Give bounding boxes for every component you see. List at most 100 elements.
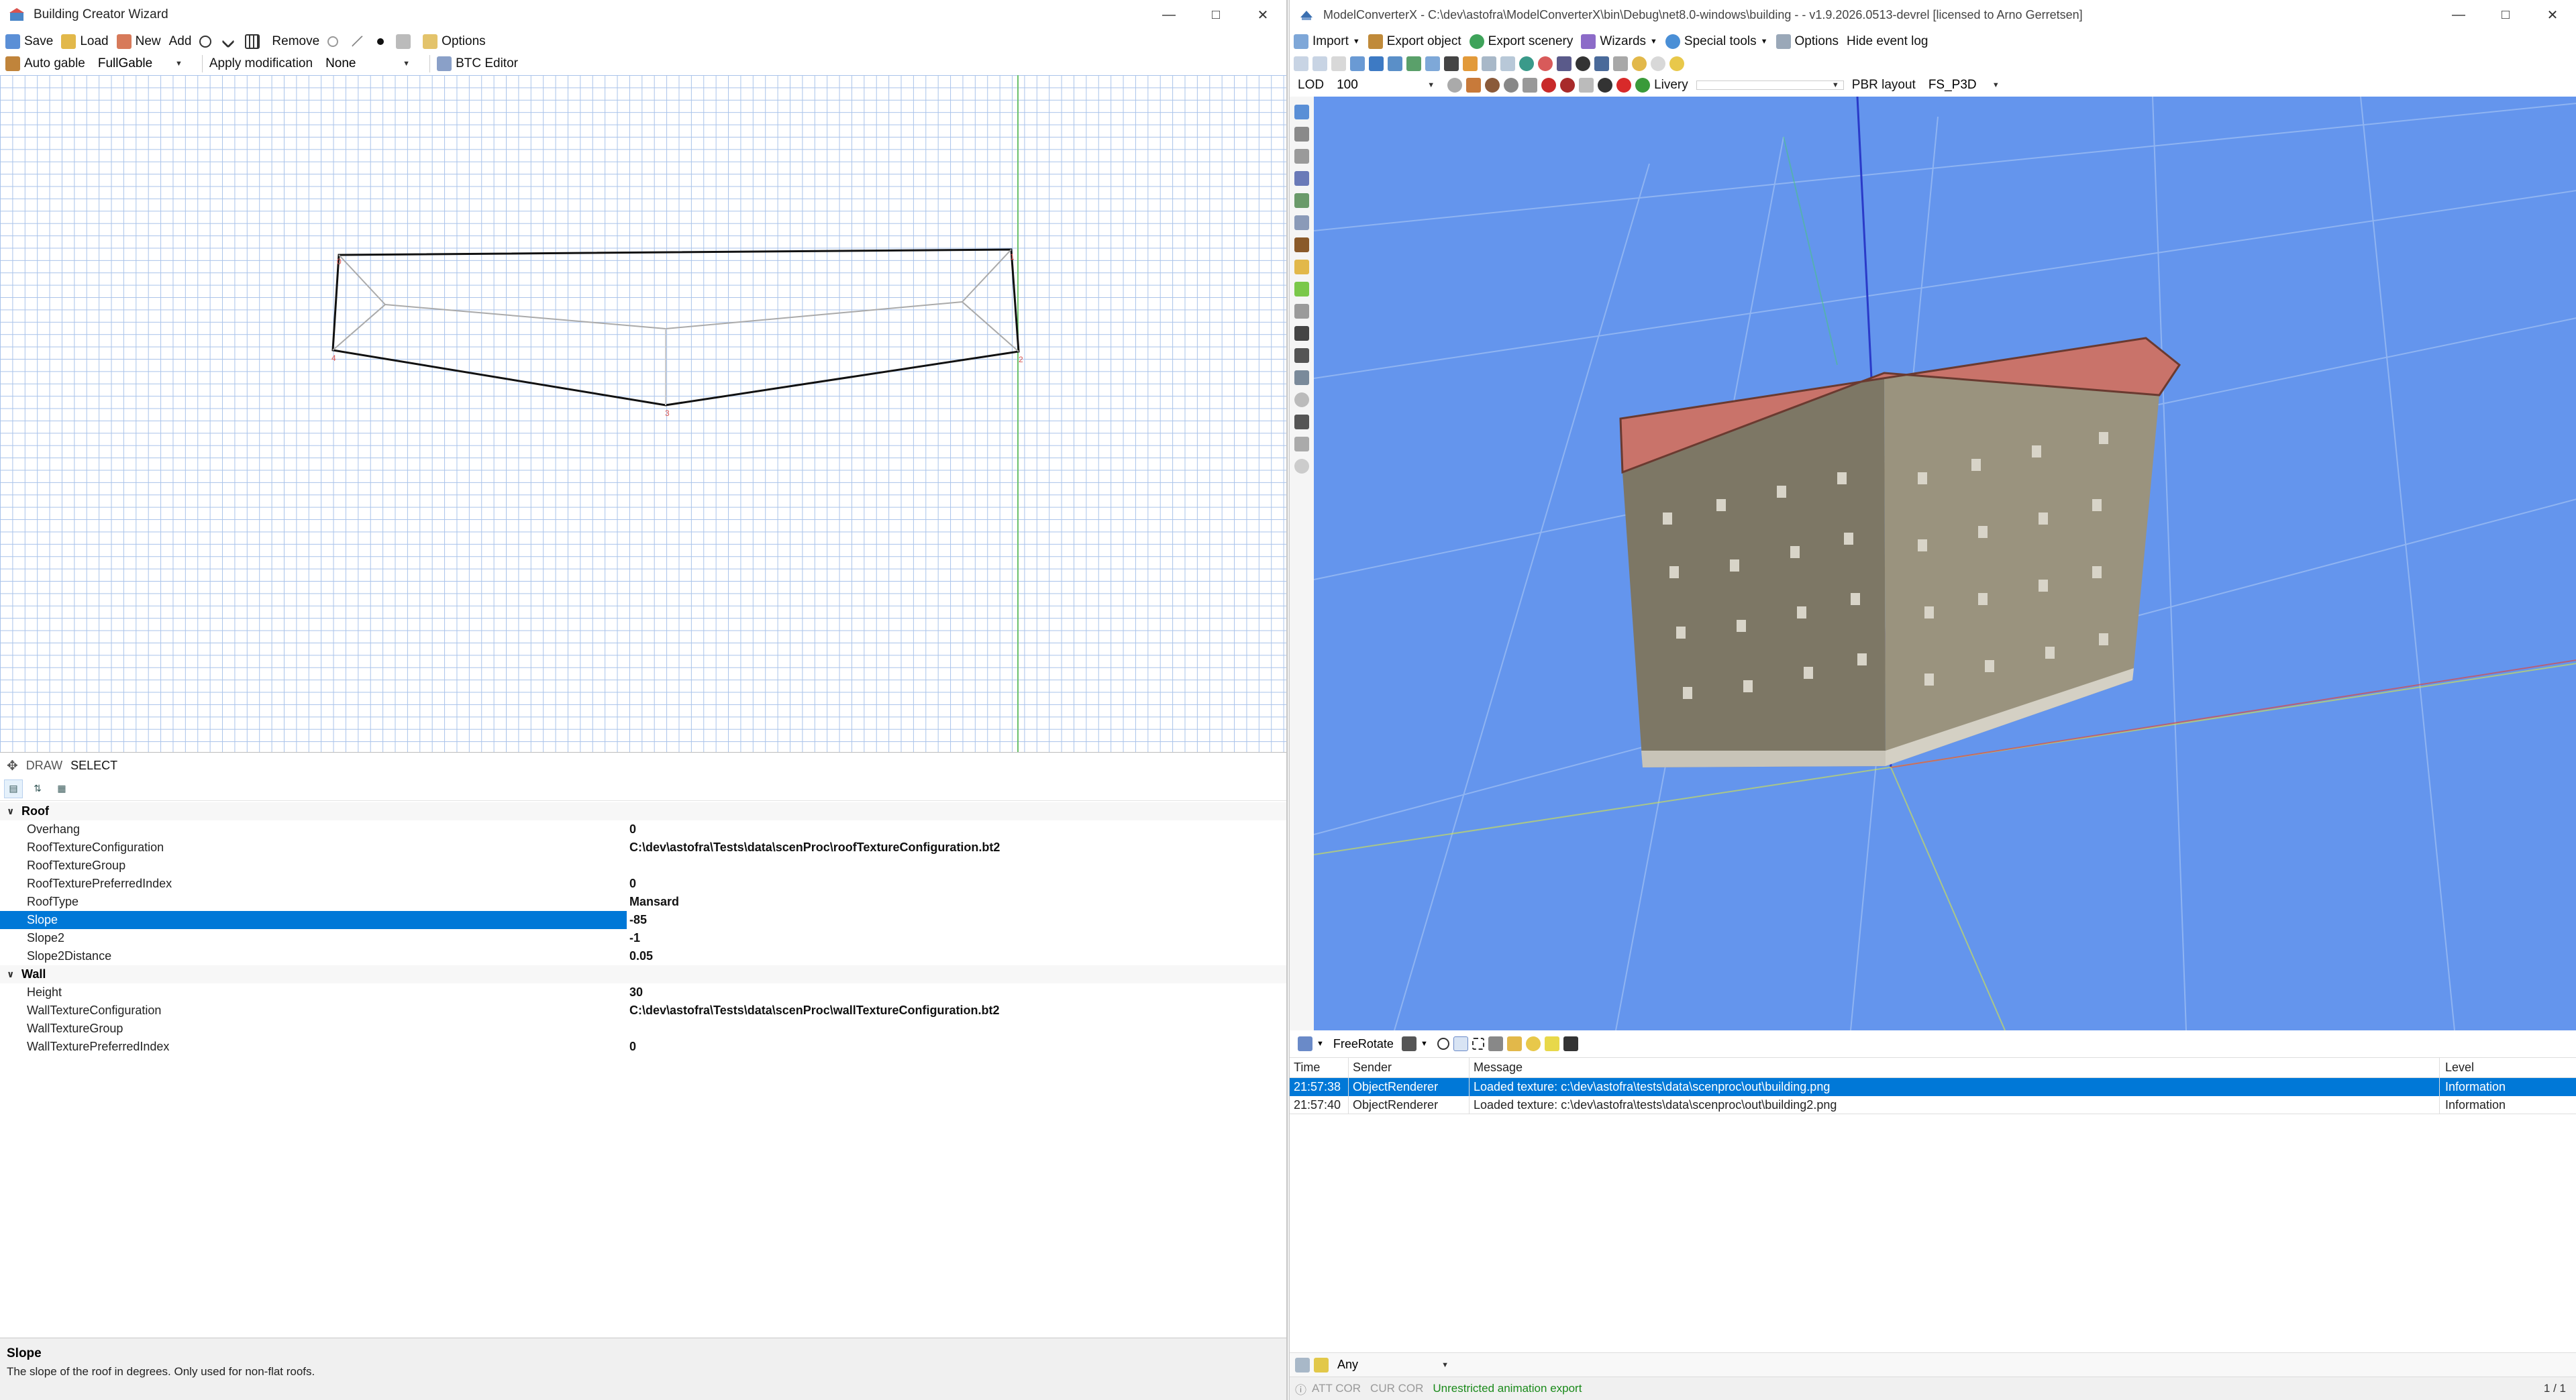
settings-icon[interactable] (1669, 56, 1684, 71)
property-row[interactable]: Slope2Distance 0.05 (0, 947, 1286, 965)
pin-icon[interactable] (1369, 56, 1384, 71)
export-icon[interactable] (1294, 437, 1309, 451)
apply-modification-dropdown[interactable]: None ▼ (321, 56, 415, 72)
apple-icon[interactable] (1616, 78, 1632, 93)
minimize-icon[interactable]: — (2435, 0, 2482, 30)
chevron-down-icon[interactable]: ▼ (1421, 1040, 1428, 1048)
cube-icon[interactable] (1466, 78, 1482, 93)
categorized-view-icon[interactable]: ▤ (4, 779, 23, 798)
sun-icon[interactable] (1525, 1036, 1541, 1051)
building-tool-button[interactable] (245, 34, 264, 49)
material-icon[interactable] (1406, 56, 1421, 71)
save-button[interactable]: Save (5, 34, 53, 49)
livery-dropdown[interactable]: ▼ (1696, 80, 1844, 90)
3d-viewport[interactable] (1314, 97, 2576, 1030)
category-roof[interactable]: ∨ Roof (0, 802, 1286, 820)
gear-icon[interactable] (1447, 78, 1463, 93)
grid-icon[interactable] (1579, 78, 1594, 93)
document-icon[interactable] (1331, 56, 1346, 71)
box-icon[interactable] (1294, 237, 1309, 252)
grid-icon[interactable] (1294, 105, 1309, 119)
property-pages-icon[interactable]: ▦ (52, 779, 71, 798)
lod-dropdown[interactable]: 100 ▼ (1332, 77, 1439, 93)
log-level-dropdown[interactable]: Any ▼ (1333, 1357, 1453, 1372)
lamp-icon[interactable] (1506, 1036, 1522, 1051)
forward-icon[interactable] (1312, 56, 1327, 71)
btc-editor-button[interactable]: BTC Editor (437, 56, 518, 71)
sparkle-icon[interactable] (1544, 1036, 1559, 1051)
undo-icon[interactable] (1632, 56, 1647, 71)
camera-icon[interactable] (1294, 415, 1309, 429)
import-button[interactable]: Import ▼ (1294, 34, 1360, 49)
redo-icon[interactable] (1651, 56, 1665, 71)
property-row[interactable]: RoofTextureGroup (0, 857, 1286, 875)
sphere-icon[interactable] (1519, 56, 1534, 71)
options-button[interactable]: Options (423, 34, 486, 49)
property-row[interactable]: WallTextureConfiguration C:\dev\astofra\… (0, 1002, 1286, 1020)
image-icon[interactable] (1500, 56, 1515, 71)
map-icon[interactable] (1294, 370, 1309, 385)
property-row[interactable]: Height 30 (0, 983, 1286, 1002)
line-tool-button[interactable] (350, 35, 369, 48)
terrain-icon[interactable] (1294, 193, 1309, 208)
chevron-down-icon[interactable]: ▼ (1317, 1040, 1324, 1048)
help-icon[interactable] (1294, 459, 1309, 474)
help-icon[interactable]: ⓘ (1295, 1381, 1306, 1397)
move-icon[interactable]: ✥ (7, 757, 18, 774)
hide-event-log-button[interactable]: Hide event log (1847, 34, 1928, 49)
sphere-icon[interactable] (1504, 78, 1519, 93)
log-row[interactable]: 21:57:40 ObjectRenderer Loaded texture: … (1290, 1096, 2576, 1114)
person-icon[interactable] (1576, 56, 1590, 71)
material-ball-icon[interactable] (1485, 78, 1500, 93)
new-button[interactable]: New (116, 34, 161, 49)
property-row[interactable]: RoofTextureConfiguration C:\dev\astofra\… (0, 839, 1286, 857)
options-button[interactable]: Options (1775, 34, 1839, 49)
zoom-icon[interactable] (1350, 56, 1365, 71)
shapes-icon[interactable] (1294, 215, 1309, 230)
add-button[interactable]: Add (169, 34, 192, 49)
special-tools-button[interactable]: Special tools ▼ (1665, 34, 1768, 49)
select-mode-button[interactable]: SELECT (70, 759, 117, 773)
rig-icon[interactable] (1557, 56, 1572, 71)
monitor-icon[interactable] (1594, 56, 1609, 71)
log-row[interactable]: 21:57:38 ObjectRenderer Loaded texture: … (1290, 1078, 2576, 1096)
alphabetical-view-icon[interactable]: ⇅ (28, 779, 47, 798)
road-icon[interactable] (1294, 304, 1309, 319)
auto-gable-dropdown[interactable]: FullGable ▼ (93, 56, 187, 72)
palette-icon[interactable] (1463, 56, 1478, 71)
property-row-selected[interactable]: Slope -85 (0, 911, 1286, 929)
target-icon[interactable] (1437, 1038, 1449, 1050)
filter-icon[interactable] (1314, 1357, 1329, 1372)
property-row[interactable]: WallTexturePreferredIndex 0 (0, 1038, 1286, 1056)
polygon-tool-button[interactable] (199, 36, 215, 48)
measure-icon[interactable] (1294, 127, 1309, 142)
export-scenery-button[interactable]: Export scenery (1469, 34, 1573, 49)
category-wall[interactable]: ∨ Wall (0, 965, 1286, 983)
pbr-layout-dropdown[interactable]: FS_P3D ▼ (1924, 77, 2004, 93)
landscape-icon[interactable] (1294, 282, 1309, 297)
brush-icon[interactable] (1563, 1036, 1578, 1051)
maximize-icon[interactable]: □ (1192, 0, 1239, 30)
hierarchy-icon[interactable] (1388, 56, 1402, 71)
draw-mode-button[interactable]: DRAW (26, 759, 62, 773)
back-icon[interactable] (1294, 56, 1308, 71)
layers-icon[interactable] (1613, 56, 1628, 71)
scale-icon[interactable] (1294, 171, 1309, 186)
move-icon[interactable] (1488, 1036, 1503, 1051)
close-icon[interactable]: ✕ (2529, 0, 2576, 30)
fit-view-icon[interactable] (1298, 1036, 1312, 1051)
camera-icon[interactable] (1401, 1036, 1416, 1051)
maximize-icon[interactable]: □ (2482, 0, 2529, 30)
pencil-icon[interactable] (1294, 149, 1309, 164)
clear-log-icon[interactable] (1295, 1357, 1310, 1372)
select-box-icon[interactable] (1472, 1038, 1484, 1050)
property-row[interactable]: Overhang 0 (0, 820, 1286, 839)
roof-tool-button[interactable] (221, 35, 237, 48)
colors-icon[interactable] (1538, 56, 1553, 71)
link-icon[interactable] (1294, 326, 1309, 341)
property-row[interactable]: Slope2 -1 (0, 929, 1286, 947)
folder-icon[interactable] (1294, 260, 1309, 274)
axes-icon[interactable] (1523, 78, 1538, 93)
property-row[interactable]: RoofType Mansard (0, 893, 1286, 911)
grid-icon[interactable] (1482, 56, 1496, 71)
